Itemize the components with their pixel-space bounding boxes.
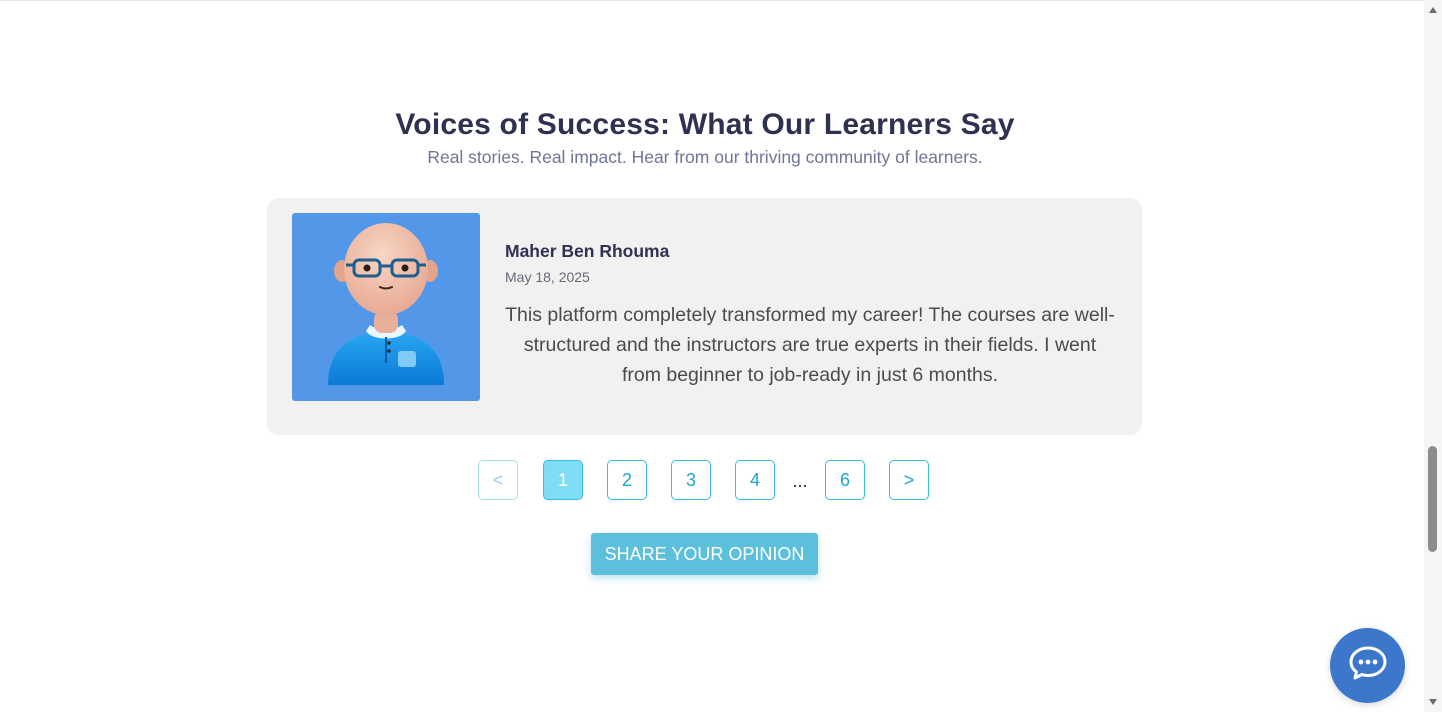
testimonial-card: Maher Ben Rhouma May 18, 2025 This platf… bbox=[267, 198, 1142, 435]
share-opinion-button[interactable]: SHARE YOUR OPINION bbox=[591, 533, 818, 575]
page: Voices of Success: What Our Learners Say… bbox=[0, 0, 1442, 712]
pagination-ellipsis: ... bbox=[792, 470, 808, 491]
chat-button[interactable] bbox=[1330, 628, 1405, 703]
review-date: May 18, 2025 bbox=[505, 269, 590, 285]
page-button-1[interactable]: 1 bbox=[543, 460, 583, 500]
user-avatar-icon bbox=[292, 213, 480, 401]
scroll-up-arrow-icon[interactable] bbox=[1424, 2, 1442, 18]
scroll-down-arrow-icon[interactable] bbox=[1424, 694, 1442, 710]
page-button-6[interactable]: 6 bbox=[825, 460, 865, 500]
scrollbar-thumb[interactable] bbox=[1428, 446, 1437, 552]
prev-page-button[interactable]: < bbox=[478, 460, 518, 500]
scrollbar[interactable] bbox=[1424, 0, 1442, 712]
pagination: < 1 2 3 4 ... 6 > bbox=[0, 460, 1410, 502]
chat-bubble-icon bbox=[1349, 646, 1387, 685]
author-name: Maher Ben Rhouma bbox=[505, 241, 670, 261]
testimonial-text: This platform completely transformed my … bbox=[505, 304, 1115, 386]
section-subtitle: Real stories. Real impact. Hear from our… bbox=[427, 147, 983, 167]
top-divider bbox=[0, 0, 1424, 1]
page-button-3[interactable]: 3 bbox=[671, 460, 711, 500]
page-button-4[interactable]: 4 bbox=[735, 460, 775, 500]
page-button-2[interactable]: 2 bbox=[607, 460, 647, 500]
section-title: Voices of Success: What Our Learners Say bbox=[395, 108, 1015, 141]
next-page-button[interactable]: > bbox=[889, 460, 929, 500]
